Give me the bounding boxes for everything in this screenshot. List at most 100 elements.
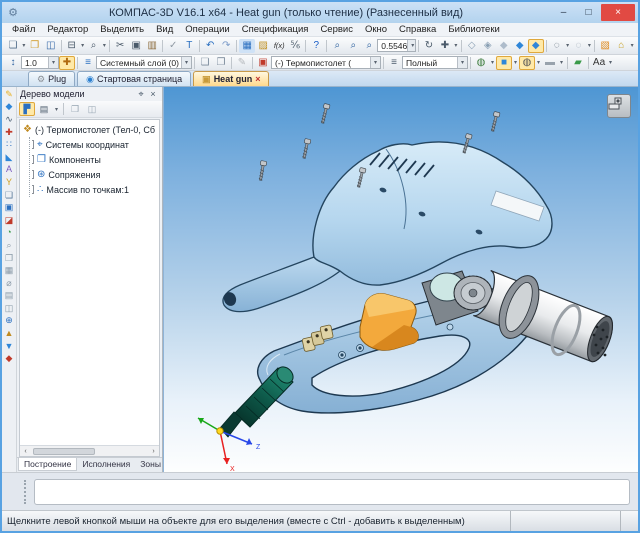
panel-tool-feature-icon[interactable]: ◪ [3,214,16,227]
ground-display-button[interactable]: ▬ [542,56,558,70]
paste-button[interactable]: ▥ [144,39,160,53]
tree-list-button[interactable]: ▤ [36,102,52,116]
pan-view-button[interactable]: ✚ [437,39,453,53]
expand-icon[interactable]: + [32,185,34,194]
panel-tool-window-icon[interactable]: ◫ [3,302,16,315]
scroll-left-icon[interactable]: ‹ [20,448,31,455]
sketch-mode-button[interactable]: ⌂ [613,39,629,53]
text-annotation-button[interactable]: Аа [591,56,607,70]
hide-components-button[interactable]: ◌ [570,39,586,53]
fx-variables-button[interactable]: f(x) [271,39,287,53]
panel-tool-diameter-icon[interactable]: ⌀ [3,277,16,290]
layers-button[interactable]: ≡ [80,56,96,70]
current-component-icon[interactable]: ▣ [255,56,271,70]
format-painter-button[interactable]: ✓ [165,39,181,53]
sheet-format-button[interactable]: ❐ [213,56,229,70]
tab-close-icon[interactable]: × [255,74,260,84]
units-button[interactable]: ⅚ [287,39,303,53]
text-dropdown-icon[interactable]: ▾ [607,59,614,66]
print-button[interactable]: ⊟ [64,39,80,53]
panel-tool-copy-icon[interactable]: ❐ [3,252,16,265]
new-document-button[interactable]: ❏ [5,39,21,53]
panel-tool-grid-icon[interactable]: ▦ [3,264,16,277]
menu-file[interactable]: Файл [6,24,41,35]
tree-horizontal-scrollbar[interactable]: ‹ › [20,445,159,456]
panel-tool-spline-icon[interactable]: ∿ [3,113,16,126]
new-sheet-button[interactable]: ❏ [197,56,213,70]
combo-arrow-icon[interactable]: ▾ [181,57,191,68]
shaded-dropdown-icon[interactable]: ▾ [512,59,519,66]
calculator-button[interactable]: ▦ [239,39,255,53]
menu-libraries[interactable]: Библиотеки [442,24,505,35]
cut-button[interactable]: ✂ [112,39,128,53]
sketch-dropdown-icon[interactable]: ▾ [629,42,635,49]
zoom-area-button[interactable]: ⌕ [361,39,377,53]
hide-comp-dropdown-icon[interactable]: ▾ [586,42,592,49]
copy-button[interactable]: ▣ [128,39,144,53]
orientation-widget-button[interactable] [607,94,631,118]
shaded-display-button[interactable]: ■ [496,56,512,70]
close-button[interactable]: × [601,4,635,21]
viewport-3d[interactable]: X Z [163,87,638,472]
textured-dropdown-icon[interactable]: ▾ [535,59,542,66]
tree-node-root[interactable]: ❖ (-) Термопистолет (Тел-0, Сб [23,122,159,137]
panel-tool-annotation-icon[interactable]: A [3,164,16,177]
tree-node-components[interactable]: + ❐ Компоненты [32,152,159,167]
detail-level-icon[interactable]: ≡ [386,56,402,70]
shaded-mode-button[interactable]: ◆ [512,39,528,53]
panel-tool-measure-icon[interactable]: Y [3,176,16,189]
dimensions-scale-icon[interactable]: ↕ [5,56,21,70]
ground-dropdown-icon[interactable]: ▾ [558,59,565,66]
wireframe-mode-button[interactable]: ◇ [464,39,480,53]
section-display-button[interactable]: ◍ [473,56,489,70]
panel-tool-add-icon[interactable]: ⊕ [3,315,16,328]
pin-icon[interactable]: ⌖ [135,88,147,100]
shaded-edges-mode-button[interactable]: ◆ [528,39,544,53]
menu-operations[interactable]: Операции [179,24,235,35]
panel-tool-list-icon[interactable]: ▤ [3,290,16,303]
detail-level-combo[interactable]: Полный ▾ [402,56,468,69]
panel-tool-solid-icon[interactable]: ◆ [3,101,16,114]
panel-close-icon[interactable]: × [147,88,159,100]
maximize-button[interactable]: □ [576,4,601,21]
scroll-thumb[interactable] [33,448,95,455]
combo-arrow-icon[interactable]: ▾ [48,57,58,68]
tab-zones[interactable]: Зоны [135,458,166,470]
rotate-view-button[interactable]: ↻ [421,39,437,53]
scale-combo[interactable]: 1.0 ▾ [21,56,59,69]
no-hidden-mode-button[interactable]: ◆ [496,39,512,53]
edit-inplace-button[interactable]: ✎ [234,56,250,70]
hidden-lines-mode-button[interactable]: ◈ [480,39,496,53]
section-dropdown-icon[interactable]: ▾ [489,59,496,66]
menu-view[interactable]: Вид [150,24,179,35]
tree-executions-button[interactable]: ◫ [84,102,100,116]
tree-node-point-array[interactable]: + ∴ Массив по точкам:1 [32,182,159,197]
panel-tool-lock-icon[interactable]: ▲ [3,327,16,340]
redo-button[interactable]: ↷ [218,39,234,53]
print-preview-button[interactable]: ⌕ [86,39,102,53]
tab-executions[interactable]: Исполнения [77,458,135,470]
tree-node-coordinate-systems[interactable]: + ⌖ Системы координат [32,137,159,152]
textured-display-button[interactable]: ◍ [519,56,535,70]
layer-combo[interactable]: Системный слой (0) ▾ [96,56,192,69]
combo-arrow-icon[interactable]: ▾ [407,40,416,51]
component-combo[interactable]: (-) Термопистолет ( ▾ [271,56,381,69]
panel-tool-mark-icon[interactable]: ◆ [3,352,16,365]
snap-settings-button[interactable]: ✚ [59,56,75,70]
expand-icon[interactable]: + [32,170,34,179]
tab-heat-gun[interactable]: ▣ Heat gun × [193,71,269,86]
zoom-scale-combo[interactable]: 0.5546 ▾ [377,39,416,52]
menu-service[interactable]: Сервис [314,24,359,35]
panel-tool-array-icon[interactable]: ∷ [3,138,16,151]
tab-construction[interactable]: Построение [18,458,77,471]
tree-list-dropdown-icon[interactable]: ▾ [53,106,60,113]
undo-button[interactable]: ↶ [202,39,218,53]
panel-tool-sheet-icon[interactable]: ❏ [3,189,16,202]
tab-plug[interactable]: ⚙ Plug [28,71,75,86]
menu-window[interactable]: Окно [359,24,393,35]
zoom-in-button[interactable]: ⌕ [345,39,361,53]
menu-edit[interactable]: Редактор [41,24,94,35]
pan-dropdown-icon[interactable]: ▾ [453,42,459,49]
panel-tool-report-icon[interactable]: ▣ [3,201,16,214]
menu-specification[interactable]: Спецификация [236,24,315,35]
